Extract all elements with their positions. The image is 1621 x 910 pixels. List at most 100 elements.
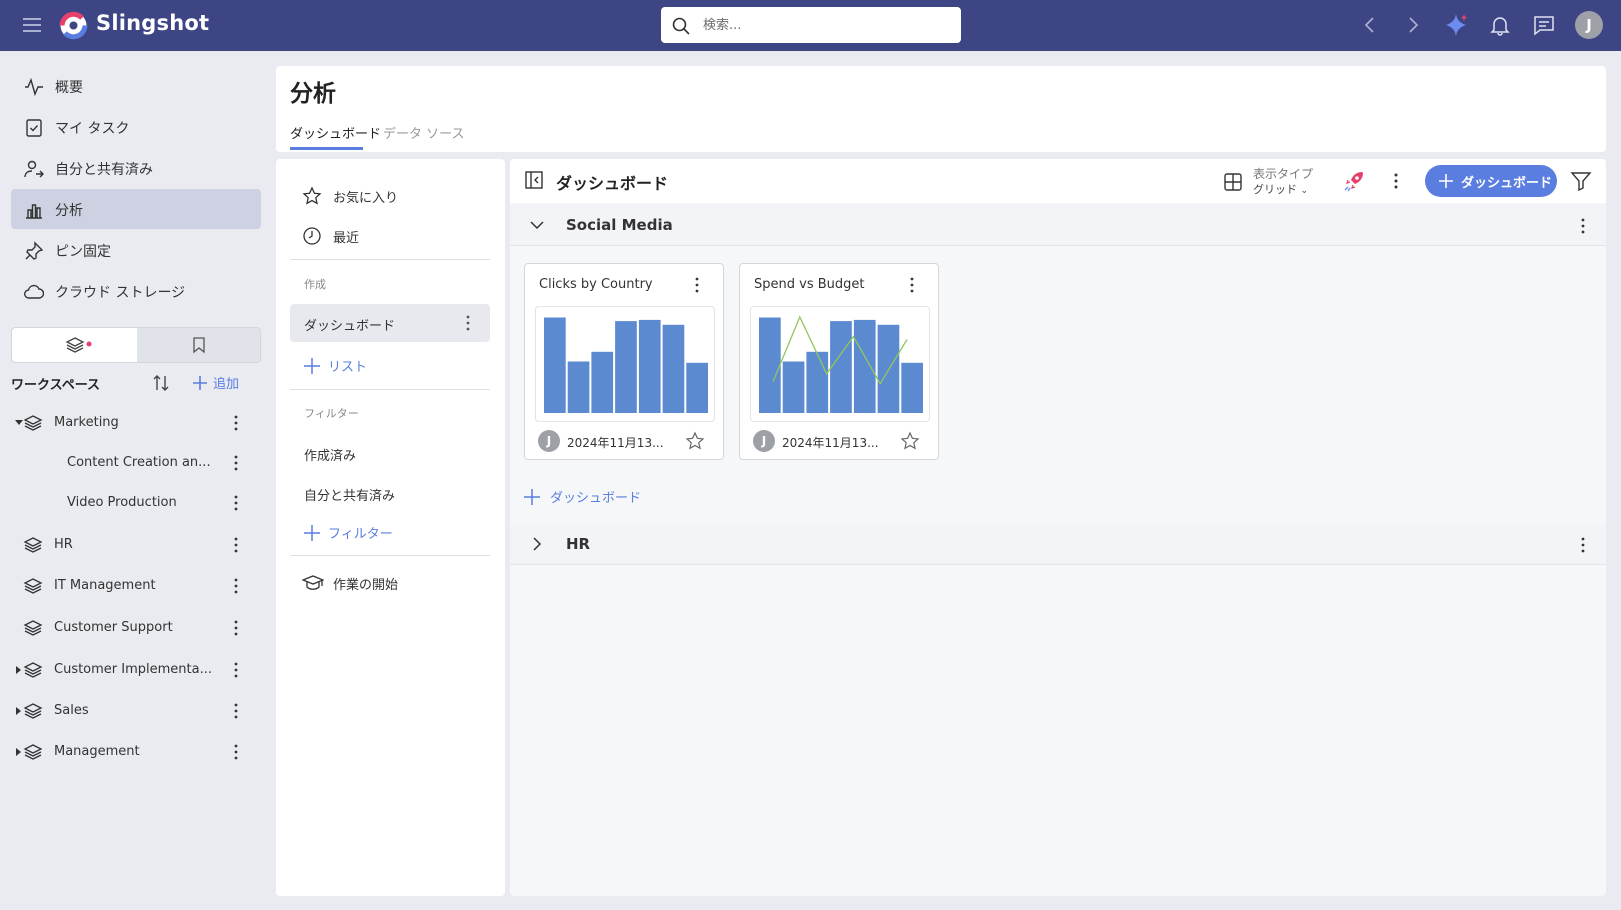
forward-arrow-icon[interactable] bbox=[1400, 12, 1426, 38]
workspace-label: Sales bbox=[54, 703, 89, 718]
nav-item-overview[interactable]: 概要 bbox=[11, 66, 261, 106]
more-vert-icon[interactable] bbox=[230, 414, 242, 432]
dashboard-card[interactable]: Clicks by Country J 2024年11月13... bbox=[524, 263, 724, 460]
tab-dashboards[interactable]: ダッシュボード bbox=[290, 123, 381, 142]
star-icon[interactable] bbox=[900, 431, 920, 451]
layers-icon bbox=[65, 337, 92, 353]
created-item[interactable]: 作成済み bbox=[290, 434, 490, 472]
more-vert-icon[interactable] bbox=[1390, 171, 1402, 191]
more-vert-icon[interactable] bbox=[230, 536, 242, 554]
workspace-subitem[interactable]: Content Creation an... bbox=[11, 445, 261, 481]
chart-bar bbox=[853, 319, 876, 413]
more-vert-icon[interactable] bbox=[1577, 536, 1589, 554]
chat-icon[interactable] bbox=[1531, 12, 1557, 38]
new-dashboard-button[interactable]: ダッシュボード bbox=[1425, 165, 1557, 197]
caret-right-icon[interactable] bbox=[16, 748, 21, 756]
nav-item-label: ピン固定 bbox=[55, 244, 111, 260]
workspace-label: Marketing bbox=[54, 415, 119, 430]
chevron-right-icon[interactable] bbox=[529, 536, 545, 552]
chart-bar bbox=[544, 317, 566, 413]
add-dashboard-label: ダッシュボード bbox=[550, 491, 642, 506]
more-vert-icon[interactable] bbox=[462, 314, 474, 332]
chart-bar bbox=[662, 324, 685, 413]
cloud-icon bbox=[24, 284, 44, 299]
user-avatar[interactable]: J bbox=[1575, 11, 1603, 39]
workspace-item[interactable]: Customer Implementa... bbox=[11, 652, 261, 688]
tab-workspaces[interactable] bbox=[12, 328, 137, 362]
search-input[interactable] bbox=[703, 14, 943, 36]
back-arrow-icon[interactable] bbox=[1357, 12, 1383, 38]
page-header: 分析 ダッシュボード データ ソース bbox=[276, 66, 1606, 152]
rocket-icon[interactable] bbox=[1342, 169, 1366, 193]
favorites-label: お気に入り bbox=[333, 191, 399, 206]
caret-down-icon[interactable] bbox=[15, 420, 23, 425]
group-row-hr[interactable]: HR bbox=[510, 523, 1606, 565]
create-section-label: 作成 bbox=[304, 278, 326, 291]
menu-icon[interactable] bbox=[20, 14, 44, 36]
pin-icon bbox=[25, 241, 44, 260]
nav-item-pinned[interactable]: ピン固定 bbox=[11, 230, 261, 270]
more-vert-icon[interactable] bbox=[230, 702, 242, 720]
add-dashboard-button[interactable]: ダッシュボード bbox=[524, 487, 641, 506]
main-title: ダッシュボード bbox=[556, 174, 669, 193]
dashboard-filter-panel: お気に入り 最近 作成 ダッシュボード リスト フィルター 作成済み 自分と共有… bbox=[276, 159, 505, 896]
bell-icon[interactable] bbox=[1487, 12, 1513, 38]
more-vert-icon[interactable] bbox=[1577, 217, 1589, 235]
workspace-item[interactable]: IT Management bbox=[11, 568, 261, 604]
caret-right-icon[interactable] bbox=[16, 707, 21, 715]
workspace-subitem[interactable]: Video Production bbox=[11, 485, 261, 521]
nav-item-shared-with-me[interactable]: 自分と共有済み bbox=[11, 148, 261, 188]
caret-right-icon[interactable] bbox=[16, 666, 21, 674]
workspace-label: HR bbox=[54, 537, 73, 552]
dashboard-item[interactable]: ダッシュボード bbox=[290, 304, 490, 342]
add-filter-button[interactable]: フィルター bbox=[304, 523, 393, 542]
more-vert-icon[interactable] bbox=[230, 494, 242, 512]
workspace-label: Video Production bbox=[67, 495, 177, 510]
more-vert-icon[interactable] bbox=[691, 276, 703, 294]
workspace-item[interactable]: Management bbox=[11, 734, 261, 770]
sparkle-ai-icon[interactable] bbox=[1443, 12, 1469, 38]
more-vert-icon[interactable] bbox=[230, 743, 242, 761]
getting-started-item[interactable]: 作業の開始 bbox=[290, 563, 490, 601]
sort-icon[interactable] bbox=[151, 373, 171, 393]
chevron-down-icon[interactable] bbox=[529, 217, 545, 233]
workspace-item[interactable]: Customer Support bbox=[11, 610, 261, 646]
more-vert-icon[interactable] bbox=[230, 454, 242, 472]
group-row-social-media[interactable]: Social Media bbox=[510, 204, 1606, 246]
card-date: 2024年11月13... bbox=[567, 436, 664, 450]
plus-icon bbox=[1439, 174, 1453, 188]
filter-icon[interactable] bbox=[1570, 170, 1592, 192]
nav-item-analytics[interactable]: 分析 bbox=[11, 189, 261, 229]
recent-item[interactable]: 最近 bbox=[290, 216, 490, 254]
add-list-button[interactable]: リスト bbox=[304, 356, 367, 375]
workspace-item[interactable]: HR bbox=[11, 527, 261, 563]
workspace-item[interactable]: Sales bbox=[11, 693, 261, 729]
card-title: Spend vs Budget bbox=[754, 277, 865, 292]
favorites-item[interactable]: お気に入り bbox=[290, 176, 490, 214]
main-toolbar: ダッシュボード 表示タイプ グリッド ⌄ ダッシュボード bbox=[510, 159, 1606, 203]
tab-bookmarks[interactable] bbox=[137, 328, 262, 362]
add-workspace-button[interactable]: 追加 bbox=[193, 373, 239, 392]
workspace-item[interactable]: Marketing bbox=[11, 405, 261, 441]
task-checkbox-icon bbox=[26, 119, 42, 137]
collapse-panel-icon[interactable] bbox=[524, 170, 544, 190]
view-type-selector[interactable]: 表示タイプ グリッド ⌄ bbox=[1223, 165, 1323, 199]
new-dashboard-label: ダッシュボード bbox=[1461, 176, 1553, 191]
tab-data-sources[interactable]: データ ソース bbox=[383, 123, 464, 142]
nav-item-cloud-storage[interactable]: クラウド ストレージ bbox=[11, 271, 261, 311]
more-vert-icon[interactable] bbox=[230, 661, 242, 679]
grid-icon bbox=[1224, 173, 1242, 191]
slingshot-logo-icon bbox=[58, 10, 89, 41]
shared-item[interactable]: 自分と共有済み bbox=[290, 474, 490, 512]
more-vert-icon[interactable] bbox=[230, 577, 242, 595]
group-name: Social Media bbox=[566, 216, 673, 234]
card-thumbnail bbox=[535, 306, 715, 422]
graduation-cap-icon bbox=[302, 575, 324, 590]
more-vert-icon[interactable] bbox=[230, 619, 242, 637]
star-icon[interactable] bbox=[685, 431, 705, 451]
search-box[interactable] bbox=[661, 7, 961, 43]
dashboard-card[interactable]: Spend vs Budget J 2024年11月13... bbox=[739, 263, 939, 460]
more-vert-icon[interactable] bbox=[906, 276, 918, 294]
card-date: 2024年11月13... bbox=[782, 436, 879, 450]
nav-item-my-tasks[interactable]: マイ タスク bbox=[11, 107, 261, 147]
